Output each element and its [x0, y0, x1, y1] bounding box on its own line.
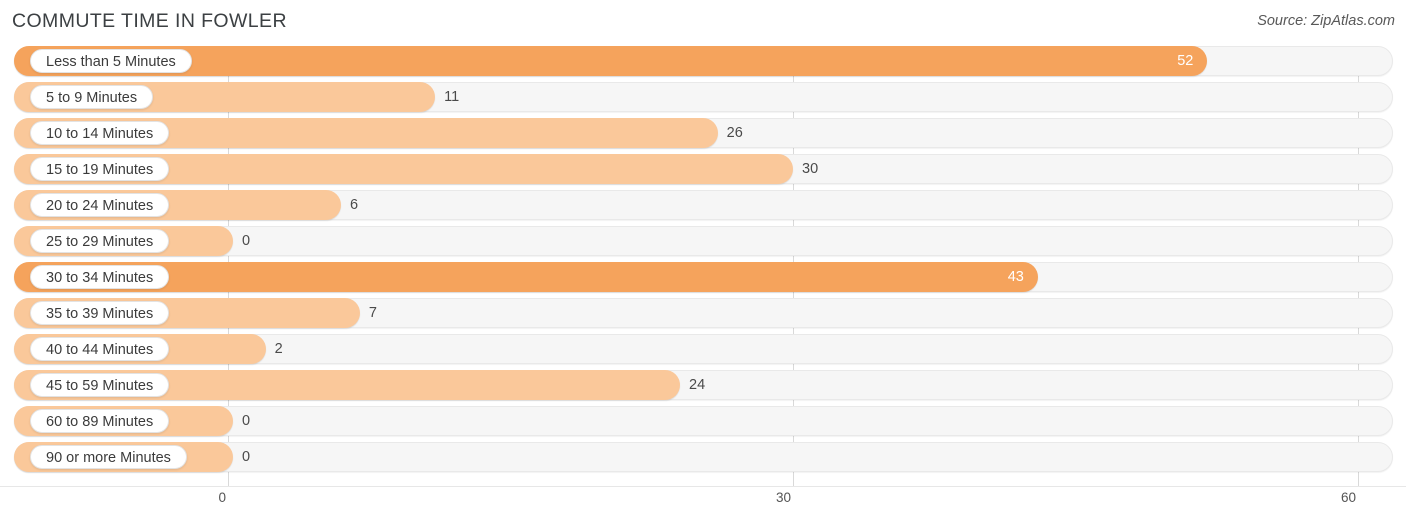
category-label: 5 to 9 Minutes	[30, 85, 154, 109]
bar-row[interactable]: 35 to 39 Minutes 7	[0, 298, 1406, 328]
axis-tick-label: 60	[1340, 490, 1356, 505]
value-label: 11	[444, 89, 460, 105]
chart-header: COMMUTE TIME IN FOWLER Source: ZipAtlas.…	[0, 0, 1406, 46]
value-label: 24	[689, 377, 706, 393]
value-label: 52	[1177, 53, 1194, 69]
bar-row[interactable]: 30 to 34 Minutes 43	[0, 262, 1406, 292]
bar-rows: Less than 5 Minutes 52 5 to 9 Minutes 11 10 …	[0, 46, 1406, 478]
category-label: 40 to 44 Minutes	[30, 337, 170, 361]
category-label: 35 to 39 Minutes	[30, 301, 170, 325]
axis-tick-label: 30	[775, 490, 791, 505]
category-label: 60 to 89 Minutes	[30, 409, 170, 433]
x-axis: 0 30 60	[0, 486, 1406, 524]
category-label: 90 or more Minutes	[30, 445, 187, 469]
bar-row[interactable]: 90 or more Minutes 0	[0, 442, 1406, 472]
value-label: 0	[242, 233, 251, 249]
bar-row[interactable]: 10 to 14 Minutes 26	[0, 118, 1406, 148]
bar-row[interactable]: 45 to 59 Minutes 24	[0, 370, 1406, 400]
category-label: Less than 5 Minutes	[30, 49, 192, 73]
page-title: COMMUTE TIME IN FOWLER	[12, 10, 287, 32]
category-label: 45 to 59 Minutes	[30, 373, 170, 397]
bar-row[interactable]: 40 to 44 Minutes 2	[0, 334, 1406, 364]
value-label: 2	[274, 341, 283, 357]
value-label: 0	[242, 449, 251, 465]
value-label: 43	[1007, 269, 1024, 285]
bar-row[interactable]: 60 to 89 Minutes 0	[0, 406, 1406, 436]
source-attribution: Source: ZipAtlas.com	[1257, 13, 1395, 29]
category-label: 30 to 34 Minutes	[30, 265, 170, 289]
bar-row[interactable]: 15 to 19 Minutes 30	[0, 154, 1406, 184]
value-label: 30	[802, 161, 819, 177]
bar-row[interactable]: 5 to 9 Minutes 11	[0, 82, 1406, 112]
value-label: 7	[368, 305, 377, 321]
chart-plot-area: Less than 5 Minutes 52 5 to 9 Minutes 11 10 …	[0, 46, 1406, 486]
bar-row[interactable]: 20 to 24 Minutes 6	[0, 190, 1406, 220]
category-label: 10 to 14 Minutes	[30, 121, 170, 145]
category-label: 20 to 24 Minutes	[30, 193, 170, 217]
bar-row[interactable]: 25 to 29 Minutes 0	[0, 226, 1406, 256]
value-label: 6	[350, 197, 359, 213]
axis-rule	[0, 486, 1406, 487]
axis-tick-label: 0	[218, 490, 226, 505]
category-label: 15 to 19 Minutes	[30, 157, 170, 181]
bar-row[interactable]: Less than 5 Minutes 52	[0, 46, 1406, 76]
category-label: 25 to 29 Minutes	[30, 229, 170, 253]
value-label: 0	[242, 413, 251, 429]
value-label: 26	[726, 125, 743, 141]
value-bar	[14, 46, 1208, 76]
